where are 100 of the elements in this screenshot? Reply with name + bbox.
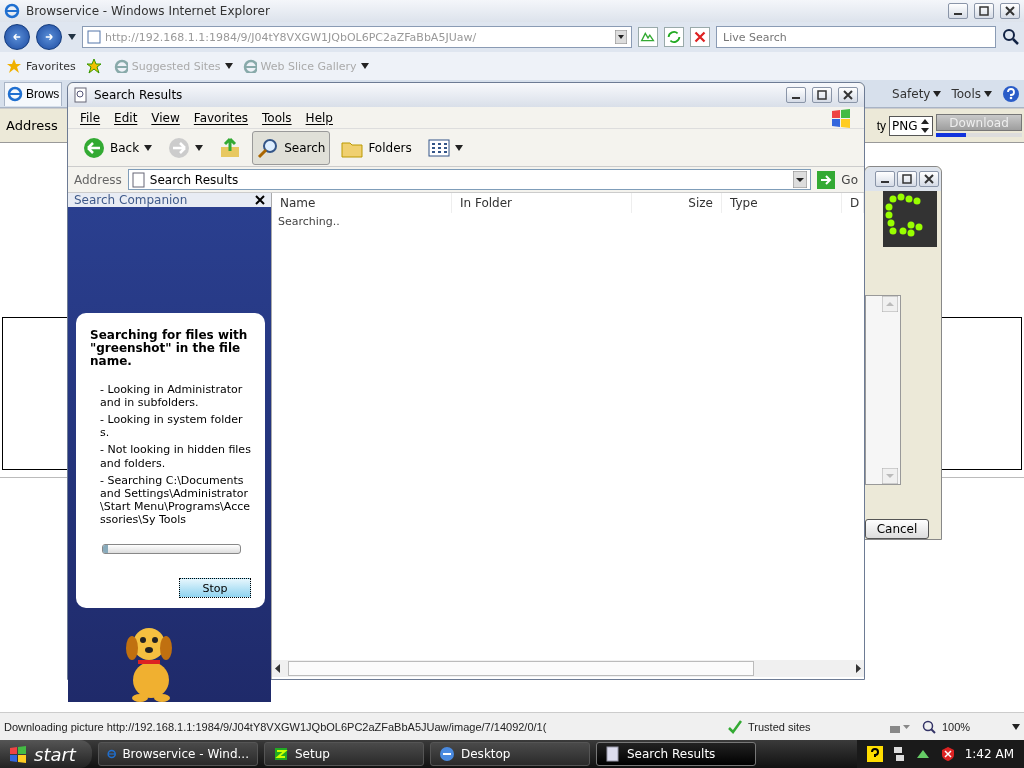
column-header[interactable]: Type bbox=[722, 193, 842, 213]
maximize-icon bbox=[817, 90, 827, 100]
minimize-icon bbox=[791, 97, 801, 99]
quality-label: ty bbox=[876, 118, 886, 133]
menu-item[interactable]: Edit bbox=[114, 110, 138, 125]
up-folder-icon bbox=[219, 136, 242, 159]
address-label: Address bbox=[74, 172, 122, 187]
search-page-icon bbox=[131, 171, 146, 188]
caret-icon bbox=[933, 90, 942, 97]
caret-icon bbox=[224, 63, 233, 69]
horizontal-scrollbar[interactable] bbox=[272, 660, 864, 677]
forward-button[interactable] bbox=[36, 24, 62, 50]
minimize-button[interactable] bbox=[786, 87, 806, 103]
clock: 1:42 AM bbox=[964, 747, 1014, 761]
page-icon bbox=[242, 59, 257, 73]
windows-flag-icon bbox=[8, 745, 28, 763]
caret-icon bbox=[984, 90, 992, 97]
views-icon bbox=[427, 136, 450, 159]
caret-icon[interactable] bbox=[1012, 723, 1020, 730]
favorites-button[interactable]: Favorites bbox=[6, 58, 76, 74]
dropdown-icon[interactable] bbox=[615, 30, 627, 44]
column-header[interactable]: Size bbox=[632, 193, 722, 213]
status-text: Searching.. bbox=[277, 214, 341, 230]
close-icon bbox=[1005, 6, 1015, 16]
go-button[interactable]: Go bbox=[817, 170, 858, 189]
maximize-button[interactable] bbox=[974, 3, 994, 19]
balloon-heading: Searching for files with "greenshot" in the file name. bbox=[90, 329, 249, 369]
maximize-icon bbox=[979, 6, 989, 16]
maximize-button[interactable] bbox=[812, 87, 832, 103]
search-detail: - Looking in system folders. bbox=[99, 412, 244, 440]
close-icon[interactable] bbox=[255, 195, 265, 205]
start-button[interactable]: start bbox=[0, 740, 92, 768]
checkmark-icon bbox=[728, 719, 742, 734]
back-button[interactable] bbox=[4, 24, 30, 50]
dropdown-icon[interactable] bbox=[793, 171, 808, 188]
cancel-button[interactable]: Cancel bbox=[865, 519, 929, 539]
setup-icon bbox=[273, 746, 289, 762]
column-header[interactable]: D bbox=[842, 193, 864, 213]
address-field[interactable]: Search Results bbox=[127, 169, 812, 190]
minimize-icon bbox=[880, 181, 890, 183]
browser-logo-icon bbox=[4, 3, 20, 19]
search-detail: - Searching C:\Documents and Settings\Administrator\Start Menu\Programs\Accessories\Sy Tools bbox=[99, 473, 251, 527]
stop-button[interactable]: Stop bbox=[179, 578, 251, 599]
command-menu[interactable]: Tools bbox=[951, 86, 992, 101]
browser-tab[interactable]: Brows bbox=[4, 81, 63, 106]
column-header[interactable]: In Folder bbox=[452, 193, 632, 213]
close-icon bbox=[924, 174, 934, 184]
close-icon bbox=[843, 90, 853, 100]
format-select[interactable]: PNG bbox=[889, 115, 933, 136]
minimize-button[interactable] bbox=[948, 3, 968, 19]
maximize-icon bbox=[902, 174, 912, 184]
help-icon[interactable] bbox=[1002, 84, 1020, 103]
pane-title: Search Companion bbox=[74, 193, 188, 207]
address-label: Address bbox=[5, 118, 59, 133]
menu-item[interactable]: View bbox=[151, 110, 180, 125]
close-button[interactable] bbox=[919, 171, 939, 187]
status-text: Downloading picture http://192.168.1.1:1984/9/J04tY8VXGW1JQbOL6PC2aZFaBbA5JUaw/image/7/14092/0/1( bbox=[4, 720, 547, 733]
search-page-icon bbox=[605, 746, 621, 762]
close-button[interactable] bbox=[838, 87, 858, 103]
window-title: Browservice - Windows Internet Explorer bbox=[26, 4, 271, 18]
windows-stack-icon[interactable] bbox=[892, 746, 905, 762]
taskbar-button[interactable]: Browservice - Wind... bbox=[98, 742, 258, 766]
browser-logo-icon bbox=[7, 86, 23, 102]
help-icon[interactable] bbox=[866, 746, 883, 762]
minimize-icon bbox=[953, 13, 963, 15]
search-field[interactable]: Live Search bbox=[716, 26, 996, 48]
taskbar-button[interactable]: Desktop bbox=[430, 742, 590, 766]
star-icon bbox=[6, 58, 22, 74]
zoom-icon bbox=[922, 719, 936, 734]
column-header[interactable]: Name bbox=[272, 193, 452, 213]
search-detail: - Looking in Administrator and in subfolders. bbox=[99, 382, 244, 409]
shield-icon[interactable] bbox=[940, 746, 955, 762]
page-icon bbox=[113, 59, 128, 73]
search-page-icon bbox=[74, 87, 88, 103]
search-button[interactable]: Search bbox=[252, 130, 331, 165]
caret-icon bbox=[360, 63, 369, 69]
close-button[interactable] bbox=[1000, 3, 1020, 19]
minimize-button[interactable] bbox=[875, 171, 895, 187]
menu-item[interactable]: File bbox=[80, 110, 101, 125]
menu-item[interactable]: Help bbox=[305, 110, 333, 125]
window-title: Search Results bbox=[94, 88, 184, 102]
menu-item[interactable]: Favorites bbox=[193, 110, 249, 125]
add-favorite-icon[interactable] bbox=[85, 58, 104, 74]
caret-icon[interactable] bbox=[68, 34, 76, 40]
page-icon bbox=[87, 30, 101, 44]
spin-icon bbox=[920, 117, 930, 134]
search-icon[interactable] bbox=[1002, 28, 1020, 46]
folders-button[interactable]: Folders bbox=[336, 130, 417, 165]
security-zone: Trusted sites bbox=[748, 720, 811, 733]
menu-item[interactable]: Tools bbox=[262, 110, 292, 125]
back-button[interactable]: Back bbox=[78, 130, 158, 165]
taskbar-button[interactable]: Search Results bbox=[596, 742, 756, 766]
maximize-button[interactable] bbox=[897, 171, 917, 187]
zoom-level[interactable]: 100% bbox=[942, 720, 971, 733]
windows-flag-icon bbox=[830, 107, 852, 128]
search-icon bbox=[257, 136, 280, 159]
search-detail: - Not looking in hidden files and folders. bbox=[99, 443, 251, 470]
desktop-icon bbox=[439, 746, 455, 762]
taskbar-button[interactable]: Setup bbox=[264, 742, 424, 766]
command-menu[interactable]: Safety bbox=[892, 86, 942, 101]
